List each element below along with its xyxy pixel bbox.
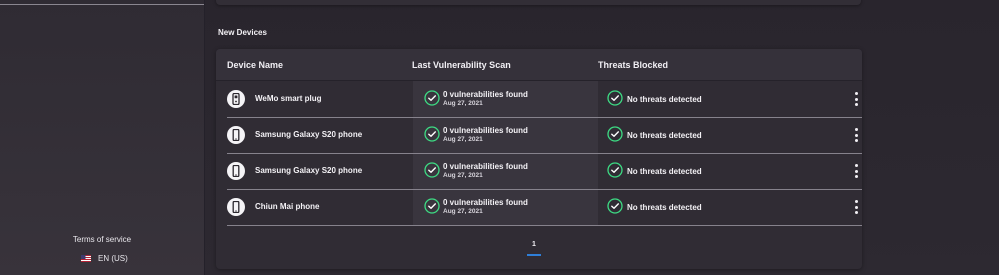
threats-status: No threats detected <box>627 95 702 104</box>
table-header: Device Name Last Vulnerability Scan Thre… <box>216 49 862 81</box>
scan-date: Aug 27, 2021 <box>443 172 483 179</box>
scan-result-text: 0 vulnerabilities found <box>443 90 528 99</box>
check-circle-icon <box>424 90 440 106</box>
new-devices-table: Device Name Last Vulnerability Scan Thre… <box>216 49 862 269</box>
more-options-icon[interactable] <box>853 200 859 214</box>
column-header-last-scan: Last Vulnerability Scan <box>412 60 511 70</box>
phone-icon <box>227 126 245 144</box>
scan-result: 0 vulnerabilities found Aug 27, 2021 <box>443 91 528 108</box>
previous-card <box>216 0 861 5</box>
device-name[interactable]: Chiun Mai phone <box>255 202 319 211</box>
table-row[interactable]: Samsung Galaxy S20 phone 0 vulnerabiliti… <box>227 117 862 154</box>
table-row[interactable]: Samsung Galaxy S20 phone 0 vulnerabiliti… <box>227 153 862 190</box>
check-circle-icon <box>607 126 623 142</box>
language-label: EN (US) <box>98 254 128 263</box>
us-flag-icon <box>81 255 91 262</box>
scan-result-text: 0 vulnerabilities found <box>443 126 528 135</box>
sidebar-divider <box>0 4 204 5</box>
smart-plug-icon <box>227 90 245 108</box>
check-circle-icon <box>424 198 440 214</box>
scan-date: Aug 27, 2021 <box>443 100 483 107</box>
page-number-current[interactable]: 1 <box>527 241 541 248</box>
phone-icon <box>227 162 245 180</box>
language-selector[interactable]: EN (US) <box>81 254 128 263</box>
device-name[interactable]: Samsung Galaxy S20 phone <box>255 166 362 175</box>
scan-result-text: 0 vulnerabilities found <box>443 198 528 207</box>
more-options-icon[interactable] <box>853 128 859 142</box>
check-circle-icon <box>607 162 623 178</box>
check-circle-icon <box>424 162 440 178</box>
more-options-icon[interactable] <box>853 164 859 178</box>
more-options-icon[interactable] <box>853 92 859 106</box>
scan-result: 0 vulnerabilities found Aug 27, 2021 <box>443 199 528 216</box>
main-content: New Devices Device Name Last Vulnerabili… <box>205 0 999 275</box>
pagination: 1 <box>527 241 541 256</box>
column-header-device-name: Device Name <box>227 60 284 70</box>
terms-of-service-link[interactable]: Terms of service <box>0 235 204 244</box>
check-circle-icon <box>424 126 440 142</box>
threats-status: No threats detected <box>627 203 702 212</box>
threats-status: No threats detected <box>627 131 702 140</box>
scan-result-text: 0 vulnerabilities found <box>443 162 528 171</box>
check-circle-icon <box>607 198 623 214</box>
scan-result: 0 vulnerabilities found Aug 27, 2021 <box>443 163 528 180</box>
sidebar: Terms of service EN (US) <box>0 0 205 275</box>
current-page-indicator <box>527 254 541 256</box>
table-row[interactable]: WeMo smart plug 0 vulnerabilities found … <box>227 81 862 118</box>
device-name[interactable]: WeMo smart plug <box>255 94 322 103</box>
threats-status: No threats detected <box>627 167 702 176</box>
table-row[interactable]: Chiun Mai phone 0 vulnerabilities found … <box>227 189 862 226</box>
scan-date: Aug 27, 2021 <box>443 136 483 143</box>
section-title: New Devices <box>218 28 267 37</box>
check-circle-icon <box>607 90 623 106</box>
scan-result: 0 vulnerabilities found Aug 27, 2021 <box>443 127 528 144</box>
scan-date: Aug 27, 2021 <box>443 208 483 215</box>
column-header-threats-blocked: Threats Blocked <box>598 60 669 70</box>
device-name[interactable]: Samsung Galaxy S20 phone <box>255 130 362 139</box>
phone-icon <box>227 198 245 216</box>
